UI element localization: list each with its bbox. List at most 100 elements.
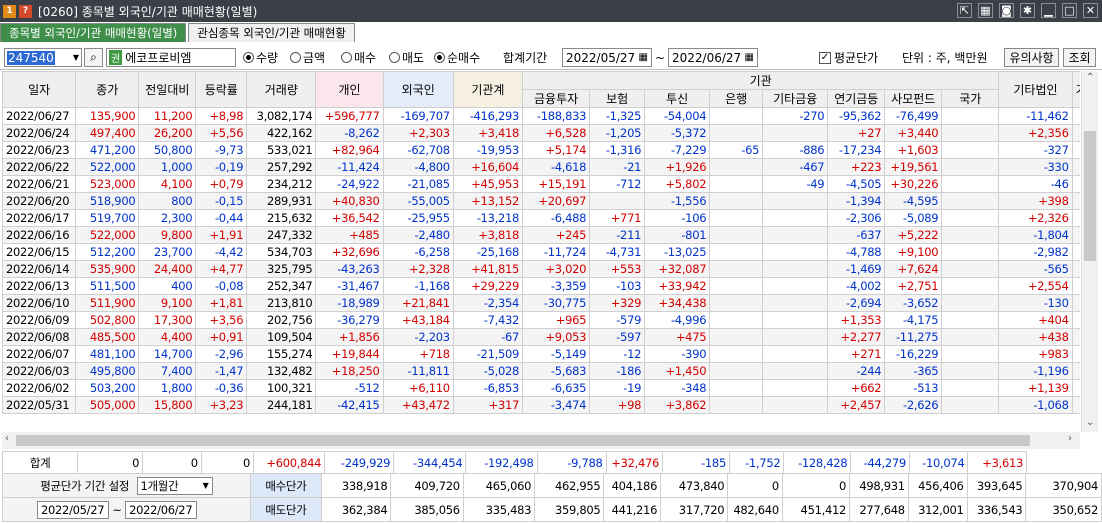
trade-radio-net[interactable]: 순매수 — [434, 48, 480, 67]
col-private-fund[interactable]: 사모펀드 — [884, 89, 943, 108]
table-row[interactable]: 2022/06/07 481,100 14,700 -2,96 155,274 +19,8… — [2, 345, 1080, 363]
table-row[interactable]: 2022/06/27 135,900 11,200 +8,98 3,082,174 +59… — [2, 107, 1080, 125]
horizontal-scrollbar[interactable]: ‹ › — [2, 432, 1080, 449]
col-insurance[interactable]: 보험 — [589, 89, 646, 108]
table-cell: 534,703 — [246, 243, 317, 261]
chevron-down-icon[interactable]: ▼ — [73, 53, 79, 62]
summary-cell: -10,074 — [908, 451, 969, 474]
trade-radio-buy[interactable]: 매수 — [341, 48, 376, 67]
avg-date-to[interactable]: 2022/06/27 — [125, 500, 198, 519]
scroll-left-icon[interactable]: ‹ — [5, 433, 9, 444]
col-date[interactable]: 일자 — [2, 71, 77, 108]
vertical-scroll-thumb[interactable] — [1084, 131, 1096, 261]
date-to-input[interactable]: 2022/06/27 ▦ — [668, 48, 758, 67]
avg-period-label: 평균단가 기간 설정 — [40, 478, 130, 493]
table-cell: 2022/06/13 — [2, 277, 77, 295]
table-cell: 505,000 — [75, 396, 140, 414]
camera-icon[interactable]: ◙ — [999, 3, 1014, 18]
screen-number-icon[interactable]: 1 — [3, 4, 16, 18]
trade-radio-sell[interactable]: 매도 — [389, 48, 424, 67]
tab-watchlist-foreign-inst[interactable]: 관심종목 외국인/기관 매매현황 — [188, 23, 356, 42]
gear-icon[interactable]: ✱ — [1020, 3, 1035, 18]
col-other-fin[interactable]: 기타금융 — [762, 89, 829, 108]
unit-radio-amount[interactable]: 금액 — [290, 48, 325, 67]
buy-price-cell: 338,918 — [321, 473, 392, 498]
calendar-icon[interactable]: ▦ — [745, 52, 754, 63]
col-foreign[interactable]: 외국인 — [382, 71, 454, 108]
table-cell — [709, 277, 764, 295]
stock-code-input[interactable]: 247540 ▼ — [4, 48, 82, 67]
col-inst-total[interactable]: 기관계 — [452, 71, 524, 108]
col-fin-invest[interactable]: 금융투자 — [521, 89, 591, 108]
table-row[interactable]: 2022/06/20 518,900 800 -0,15 289,931 +40,830-… — [2, 192, 1080, 210]
scroll-right-icon[interactable]: › — [1068, 433, 1072, 444]
table-row[interactable]: 2022/06/15 512,200 23,700 -4,42 534,703 +32,6… — [2, 243, 1080, 261]
table-cell: 15,800 — [138, 396, 197, 414]
table-row[interactable]: 2022/06/23 471,200 50,800 -9,73 533,021 +82,9… — [2, 141, 1080, 159]
avg-period-select[interactable]: 1개월간 ▼ — [136, 476, 213, 495]
col-more[interactable]: 기 — [1071, 71, 1080, 108]
table-row[interactable]: 2022/06/21 523,000 4,100 +0,79 234,212 -24,92… — [2, 175, 1080, 193]
vertical-scrollbar[interactable]: ⌃ ⌄ — [1081, 71, 1098, 432]
sell-price-cell: 350,652 — [1025, 497, 1102, 522]
table-row[interactable]: 2022/06/24 497,400 26,200 +5,56 422,162 -8,26… — [2, 124, 1080, 142]
help-icon[interactable]: ? — [19, 4, 32, 18]
col-rate[interactable]: 등락률 — [195, 71, 248, 108]
col-change[interactable]: 전일대비 — [138, 71, 197, 108]
avg-price-checkbox[interactable]: ✓ 평균단가 — [819, 48, 878, 67]
table-row[interactable]: 2022/06/10 511,900 9,100 +1,81 213,810 -18,98… — [2, 294, 1080, 312]
table-row[interactable]: 2022/06/17 519,700 2,300 -0,44 215,632 +36,54… — [2, 209, 1080, 227]
table-row[interactable]: 2022/06/03 495,800 7,400 -1,47 132,482 +18,25… — [2, 362, 1080, 380]
maximize-icon[interactable]: □ — [1062, 3, 1077, 18]
avg-date-from[interactable]: 2022/05/27 — [37, 500, 109, 519]
table-row[interactable]: 2022/06/13 511,500 400 -0,08 252,347 -31,467-… — [2, 277, 1080, 295]
table-cell — [762, 294, 829, 312]
scroll-up-icon[interactable]: ⌃ — [1086, 72, 1094, 83]
table-cell: -565 — [998, 260, 1073, 278]
query-button[interactable]: 조회 — [1063, 48, 1096, 67]
stock-name-field[interactable]: 권 에코프로비엠 — [106, 48, 236, 67]
col-trust[interactable]: 투신 — [644, 89, 711, 108]
table-cell: +223 — [827, 158, 886, 176]
table-row[interactable]: 2022/06/09 502,800 17,300 +3,56 202,756 -36,2… — [2, 311, 1080, 329]
table-row[interactable]: 2022/06/14 535,900 24,400 +4,77 325,795 -43,2… — [2, 260, 1080, 278]
table-cell: 213,810 — [246, 294, 317, 312]
close-icon[interactable]: ✕ — [1083, 3, 1098, 18]
date-separator: ~ — [655, 50, 666, 65]
col-pension[interactable]: 연기금등 — [827, 89, 886, 108]
table-cell: +9,100 — [884, 243, 943, 261]
unit-radio-quantity[interactable]: 수량 — [243, 48, 278, 67]
col-other-corp[interactable]: 기타법인 — [998, 71, 1073, 108]
search-button[interactable]: ⌕ — [84, 48, 103, 67]
notice-button[interactable]: 유의사항 — [1004, 48, 1059, 67]
horizontal-scroll-thumb[interactable] — [16, 435, 1030, 446]
table-cell: -327 — [998, 141, 1073, 159]
table-cell: -6,258 — [382, 243, 454, 261]
table-row[interactable]: 2022/05/31 505,000 15,800 +3,23 244,181 -42,4… — [2, 396, 1080, 414]
col-individual[interactable]: 개인 — [315, 71, 384, 108]
calendar-icon[interactable]: ▦ — [639, 52, 648, 63]
chevron-down-icon[interactable]: ▼ — [203, 481, 209, 490]
table-row[interactable]: 2022/06/02 503,200 1,800 -0,36 100,321 -512 +6… — [2, 379, 1080, 397]
table-cell: -31,467 — [315, 277, 384, 295]
col-bank[interactable]: 은행 — [709, 89, 764, 108]
unit-label: 단위 : 주, 백만원 — [902, 51, 988, 65]
tab-stock-foreign-inst[interactable]: 종목별 외국인/기관 매매현황(일별) — [0, 23, 187, 42]
col-nation[interactable]: 국가 — [941, 89, 1000, 108]
minimize-icon[interactable]: ▁ — [1041, 3, 1056, 18]
buy-price-cell: 0 — [781, 473, 851, 498]
table-row[interactable]: 2022/06/08 485,500 4,400 +0,91 109,504 +1,856… — [2, 328, 1080, 346]
table-row[interactable]: 2022/06/16 522,000 9,800 +1,91 247,332 +485 -2… — [2, 226, 1080, 244]
table-cell — [762, 226, 829, 244]
save-icon[interactable]: ▦ — [978, 3, 993, 18]
table-cell: -62,708 — [382, 141, 454, 159]
table-row[interactable]: 2022/06/22 522,000 1,000 -0,19 257,292 -11,42… — [2, 158, 1080, 176]
date-from-input[interactable]: 2022/05/27 ▦ — [562, 48, 652, 67]
col-close[interactable]: 종가 — [75, 71, 140, 108]
table-cell — [762, 328, 829, 346]
col-volume[interactable]: 거래량 — [246, 71, 317, 108]
table-cell: 533,021 — [246, 141, 317, 159]
table-cell: +5,222 — [884, 226, 943, 244]
scroll-down-icon[interactable]: ⌄ — [1086, 417, 1094, 428]
link-icon[interactable]: ⇱ — [957, 3, 972, 18]
